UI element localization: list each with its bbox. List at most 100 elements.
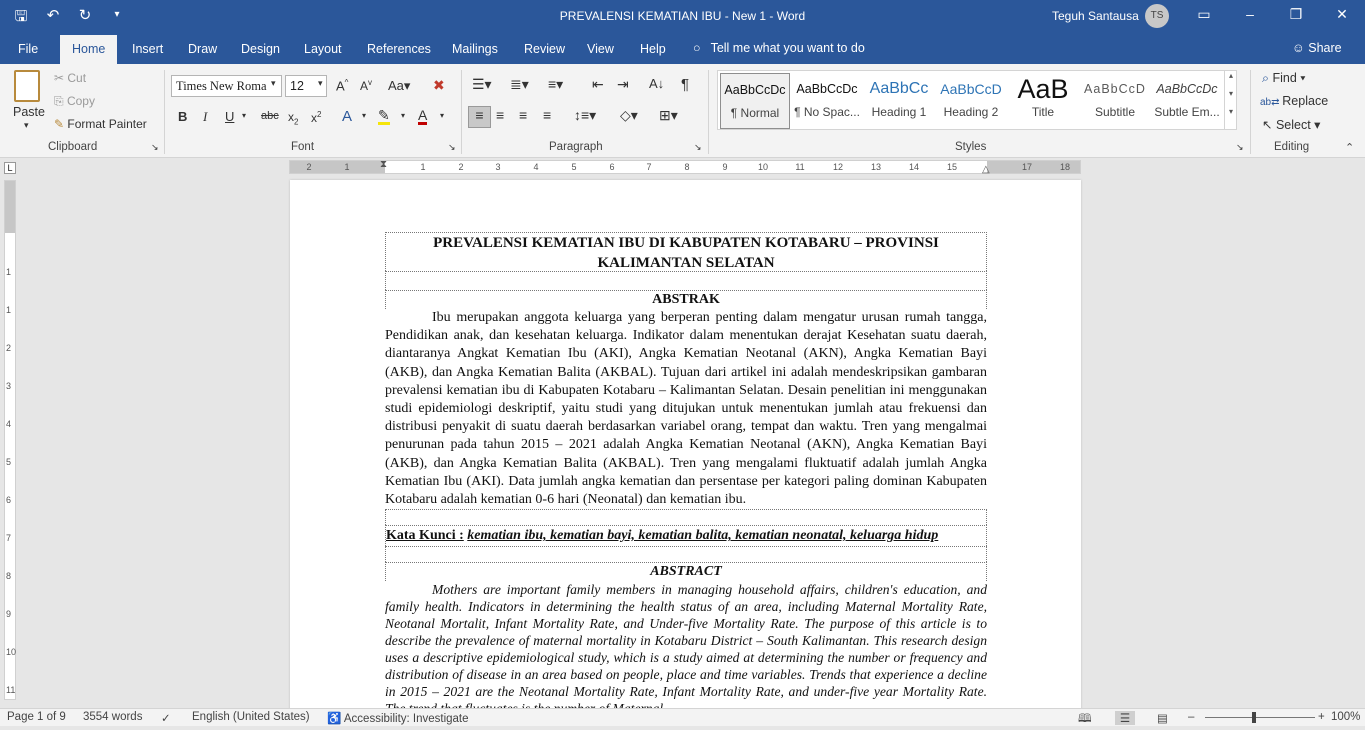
font-color-chevron-icon[interactable]: ▾ xyxy=(440,111,444,120)
font-launcher-icon[interactable]: ↘ xyxy=(448,142,456,153)
select-button[interactable]: ↖ Select ▾ xyxy=(1262,117,1320,132)
empty-row[interactable] xyxy=(385,271,987,290)
font-size-chevron-icon[interactable]: ▾ xyxy=(318,78,323,89)
styles-launcher-icon[interactable]: ↘ xyxy=(1236,142,1244,153)
document-body[interactable]: PREVALENSI KEMATIAN IBU DI KABUPATEN KOT… xyxy=(385,232,987,710)
horizontal-ruler[interactable]: 2 1 1 2 3 4 5 6 7 8 9 10 11 12 13 14 15 … xyxy=(289,159,1081,175)
font-name-chevron-icon[interactable]: ▾ xyxy=(271,78,276,89)
abstrak-paragraph[interactable]: Ibu merupakan anggota keluarga yang berp… xyxy=(385,309,987,509)
zoom-out-icon[interactable]: – xyxy=(1188,711,1194,723)
highlight-icon[interactable]: ✎ xyxy=(378,108,390,125)
paragraph-launcher-icon[interactable]: ↘ xyxy=(694,142,702,153)
style-no-spacing[interactable]: AaBbCcDc ¶ No Spac... xyxy=(792,73,862,129)
font-color-icon[interactable]: A xyxy=(418,108,428,125)
page-count[interactable]: Page 1 of 9 xyxy=(7,711,66,723)
undo-icon[interactable]: ↶ xyxy=(44,6,62,31)
tab-selector-icon[interactable]: L xyxy=(4,162,16,174)
underline-icon[interactable]: U xyxy=(225,109,234,124)
replace-button[interactable]: ab⇄ Replace xyxy=(1260,94,1328,108)
document-page[interactable]: PREVALENSI KEMATIAN IBU DI KABUPATEN KOT… xyxy=(290,180,1081,710)
line-spacing-icon[interactable]: ↕≡▾ xyxy=(574,107,596,124)
empty-row[interactable] xyxy=(385,546,987,563)
style-normal[interactable]: AaBbCcDc ¶ Normal xyxy=(720,73,790,129)
zoom-in-icon[interactable]: + xyxy=(1318,711,1325,723)
style-heading-2[interactable]: AaBbCcD Heading 2 xyxy=(936,73,1006,129)
increase-indent-icon[interactable]: ⇥ xyxy=(617,76,629,93)
cut-button[interactable]: ✂ Cut xyxy=(54,71,86,85)
read-mode-icon[interactable]: 🕮 xyxy=(1078,711,1092,730)
abstract-paragraph[interactable]: Mothers are important family members in … xyxy=(385,581,987,710)
sort-icon[interactable]: A↓ xyxy=(649,76,664,91)
copy-button[interactable]: ⎘ Copy xyxy=(54,94,95,109)
align-right-icon[interactable]: ≡ xyxy=(519,107,527,123)
tab-help[interactable]: Help xyxy=(640,42,666,56)
tab-layout[interactable]: Layout xyxy=(304,42,342,56)
paste-button[interactable]: Paste xyxy=(13,105,45,119)
style-heading-1[interactable]: AaBbCc Heading 1 xyxy=(864,73,934,129)
justify-icon[interactable]: ≡ xyxy=(543,107,551,123)
print-layout-icon[interactable]: ☰ xyxy=(1115,711,1135,725)
borders-icon[interactable]: ⊞▾ xyxy=(659,107,678,124)
change-case-icon[interactable]: Aa▾ xyxy=(388,78,410,94)
web-layout-icon[interactable]: ▤ xyxy=(1157,711,1168,725)
language[interactable]: English (United States) xyxy=(192,711,310,723)
close-icon[interactable]: ✕ xyxy=(1332,6,1352,23)
avatar[interactable]: TS xyxy=(1145,4,1169,28)
styles-scroll[interactable]: ▴ ▾ ▾ xyxy=(1224,71,1237,129)
abstrak-heading[interactable]: ABSTRAK xyxy=(385,290,987,309)
accessibility-status[interactable]: ♿ Accessibility: Investigate xyxy=(327,711,469,725)
paste-chevron-icon[interactable]: ▾ xyxy=(24,120,29,131)
clipboard-icon[interactable] xyxy=(14,70,44,106)
font-name-field[interactable]: Times New Roma xyxy=(171,75,282,97)
grow-font-icon[interactable]: A^ xyxy=(336,78,348,93)
tab-mailings[interactable]: Mailings xyxy=(452,42,498,56)
style-subtitle[interactable]: AaBbCcD Subtitle xyxy=(1080,73,1150,129)
zoom-slider[interactable] xyxy=(1205,717,1315,718)
multilevel-list-icon[interactable]: ≡▾ xyxy=(548,76,563,93)
numbering-icon[interactable]: ≣▾ xyxy=(510,76,529,93)
redo-icon[interactable]: ↻ xyxy=(76,6,94,31)
italic-icon[interactable]: I xyxy=(203,109,207,125)
subscript-icon[interactable]: x2 xyxy=(288,110,298,126)
tell-me-search[interactable]: ○ Tell me what you want to do xyxy=(693,41,865,55)
ribbon-display-icon[interactable]: ▭ xyxy=(1194,6,1214,23)
decrease-indent-icon[interactable]: ⇤ xyxy=(592,76,604,93)
shrink-font-icon[interactable]: Av xyxy=(360,78,372,93)
superscript-icon[interactable]: x2 xyxy=(311,110,321,125)
tab-insert[interactable]: Insert xyxy=(132,42,163,56)
show-formatting-icon[interactable]: ¶ xyxy=(681,76,689,93)
zoom-slider-handle[interactable] xyxy=(1252,712,1256,723)
clear-formatting-icon[interactable]: ✖ xyxy=(433,77,445,94)
align-left-icon[interactable]: ≡ xyxy=(468,106,491,128)
vertical-ruler[interactable]: 1 1 2 3 4 5 6 7 8 9 10 11 xyxy=(4,180,16,700)
keywords-row[interactable]: Kata Kunci : kematian ibu, kematian bayi… xyxy=(385,525,987,547)
align-center-icon[interactable]: ≡ xyxy=(496,107,504,123)
clipboard-launcher-icon[interactable]: ↘ xyxy=(151,142,159,153)
tab-home[interactable]: Home xyxy=(60,35,118,64)
find-button[interactable]: ⌕ Find ▾ xyxy=(1262,71,1306,86)
document-title[interactable]: PREVALENSI KEMATIAN IBU DI KABUPATEN KOT… xyxy=(385,232,987,271)
proofing-icon[interactable]: ✓ xyxy=(161,711,171,725)
tab-review[interactable]: Review xyxy=(524,42,565,56)
save-icon[interactable]: 🖫 xyxy=(12,6,30,31)
style-subtle-emphasis[interactable]: AaBbCcDc Subtle Em... xyxy=(1152,73,1222,129)
format-painter-button[interactable]: ✎ Format Painter xyxy=(54,117,147,131)
word-count[interactable]: 3554 words xyxy=(83,711,142,723)
abstract-heading[interactable]: ABSTRACT xyxy=(385,562,987,582)
highlight-chevron-icon[interactable]: ▾ xyxy=(401,111,405,120)
customize-qat-icon[interactable]: ▾ xyxy=(108,6,126,31)
user-name[interactable]: Teguh Santausa xyxy=(1052,9,1139,23)
bold-icon[interactable]: B xyxy=(178,109,187,124)
tab-file[interactable]: File xyxy=(18,42,38,56)
style-title[interactable]: AaB Title xyxy=(1008,73,1078,129)
right-indent-marker-icon[interactable]: △ xyxy=(982,164,990,175)
shading-icon[interactable]: ◇▾ xyxy=(620,107,638,124)
text-effects-chevron-icon[interactable]: ▾ xyxy=(362,111,366,120)
text-effects-icon[interactable]: A xyxy=(342,108,352,125)
minimize-icon[interactable]: – xyxy=(1240,6,1260,22)
share-button[interactable]: ☺ Share xyxy=(1292,41,1342,55)
tab-draw[interactable]: Draw xyxy=(188,42,217,56)
maximize-icon[interactable]: ❐ xyxy=(1286,6,1306,23)
tab-view[interactable]: View xyxy=(587,42,614,56)
indent-marker-icon[interactable]: ⧗ xyxy=(380,159,387,170)
